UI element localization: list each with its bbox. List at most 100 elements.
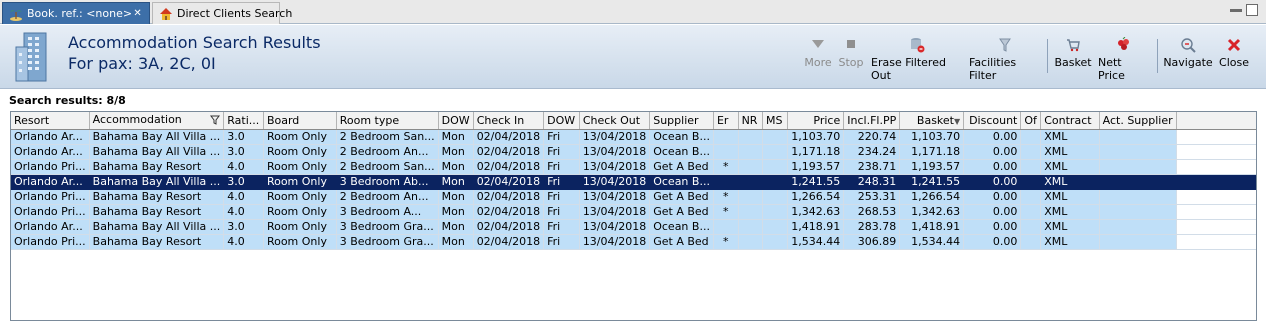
column-header[interactable]: DOW [543,112,580,130]
table-row[interactable]: Orlando Ar... Bahama Bay All Villa ... 3.0… [11,144,1256,160]
facilities-filter-label: Facilities Filter [969,56,1017,82]
column-header[interactable]: Er [713,112,739,130]
nett-price-button[interactable]: Nett Price [1098,36,1150,82]
table-cell: * [713,189,739,205]
table-row[interactable]: Orlando Pri... Bahama Bay Resort 4.0 Room O… [11,189,1256,205]
table-cell: Mon [438,174,474,190]
row-filler [1176,234,1256,250]
table-cell: 13/04/2018 [579,159,651,175]
basket-button[interactable]: Basket [1054,37,1092,77]
table-cell: Ocean B... [649,174,714,190]
tab-booking[interactable]: Book. ref.: <none> ✕ [2,2,150,24]
table-cell: 1,418.91 [899,219,965,235]
column-header[interactable]: Check Out [579,112,651,130]
stop-button[interactable]: Stop [838,37,864,77]
column-header[interactable]: Accommodation [89,112,225,130]
column-header[interactable]: Rati... [223,112,264,130]
table-cell [738,219,763,235]
column-header-label: Incl.Fl.PP [847,113,897,127]
table-cell: 1,193.57 [899,159,965,175]
table-cell [738,234,763,250]
column-header-label: Act. Supplier [1102,113,1173,127]
more-button[interactable]: More [804,37,832,77]
table-row-selected[interactable]: Orlando Ar... Bahama Bay All Villa ... 3.0… [11,174,1256,190]
table-cell: Fri [543,159,580,175]
table-cell: 0.00 [963,204,1022,220]
facilities-filter-button[interactable]: Facilities Filter [969,37,1041,82]
table-cell: Ocean B... [649,129,714,145]
column-header-label: Discount [969,113,1018,127]
erase-database-icon [909,37,925,53]
row-filler [1176,144,1256,160]
table-cell [738,144,763,160]
table-cell: 2 Bedroom San... [336,159,439,175]
column-header[interactable]: NR [738,112,763,130]
table-cell: 1,241.55 [899,174,965,190]
table-cell: 283.78 [843,219,901,235]
sort-descending-icon: ▼ [953,116,961,126]
table-cell: Orlando Ar... [11,174,90,190]
column-header[interactable]: Resort [11,112,90,130]
table-row[interactable]: Orlando Pri... Bahama Bay Resort 4.0 Room O… [11,204,1256,220]
tab-booking-label: Book. ref.: <none> [27,7,133,20]
table-cell [738,204,763,220]
column-header[interactable]: DOW [438,112,474,130]
column-header[interactable]: MS [762,112,789,130]
table-row[interactable]: Orlando Ar... Bahama Bay All Villa ... 3.0… [11,129,1256,145]
erase-filtered-out-button[interactable]: Erase Filtered Out [871,37,963,82]
row-filler [1176,159,1256,175]
table-cell: 1,266.54 [787,189,845,205]
table-cell: 3 Bedroom Gra... [336,234,439,250]
column-header[interactable]: Price [787,112,845,130]
column-header[interactable]: Board [263,112,337,130]
table-cell: 02/04/2018 [473,174,545,190]
table-cell [713,129,739,145]
minimize-button[interactable] [1230,9,1242,12]
column-header[interactable]: Incl.Fl.PP [843,112,901,130]
tab-direct-clients-search[interactable]: Direct Clients Search [152,2,292,24]
table-cell: 3.0 [223,144,264,160]
column-header[interactable]: Of [1020,112,1042,130]
table-row[interactable]: Orlando Pri... Bahama Bay Resort 4.0 Room O… [11,234,1256,250]
table-cell: 0.00 [963,144,1022,160]
table-cell: 13/04/2018 [579,204,651,220]
column-header[interactable]: Contract [1040,112,1100,130]
table-cell: XML [1040,204,1100,220]
table-cell [1099,204,1177,220]
navigate-button[interactable]: Navigate [1163,37,1213,77]
table-cell [1020,204,1042,220]
maximize-button[interactable] [1246,4,1258,16]
table-cell: Get A Bed [649,159,714,175]
column-header[interactable]: Check In [473,112,545,130]
close-tab-icon[interactable]: ✕ [132,8,143,19]
column-header-filler [1176,112,1256,130]
table-cell: Bahama Bay All Villa ... [89,219,225,235]
column-header[interactable]: Basket▼ [899,112,965,130]
table-cell: 13/04/2018 [579,144,651,160]
column-filter-icon[interactable] [210,115,221,128]
table-cell: Ocean B... [649,144,714,160]
table-cell: Bahama Bay All Villa ... [89,129,225,145]
column-header-label: Board [266,113,300,127]
table-cell: Orlando Ar... [11,144,90,160]
column-header-label: Check In [476,113,525,127]
table-row[interactable]: Orlando Pri... Bahama Bay Resort 4.0 Room O… [11,159,1256,175]
column-header[interactable]: Act. Supplier [1099,112,1177,130]
table-cell: 4.0 [223,234,264,250]
column-header[interactable]: Room type [336,112,439,130]
table-cell [1099,219,1177,235]
table-row[interactable]: Orlando Ar... Bahama Bay All Villa ... 3.0… [11,219,1256,235]
table-cell: XML [1040,174,1100,190]
table-cell: 02/04/2018 [473,189,545,205]
close-button[interactable]: Close [1218,37,1250,77]
table-cell: Room Only [263,219,337,235]
table-cell: Mon [438,144,474,160]
table-cell: Room Only [263,234,337,250]
column-header[interactable]: Supplier [649,112,714,130]
table-cell: Room Only [263,204,337,220]
column-header[interactable]: Discount [963,112,1022,130]
row-filler [1176,174,1256,190]
table-cell: Orlando Ar... [11,219,90,235]
table-cell [762,129,789,145]
row-filler [1176,189,1256,205]
